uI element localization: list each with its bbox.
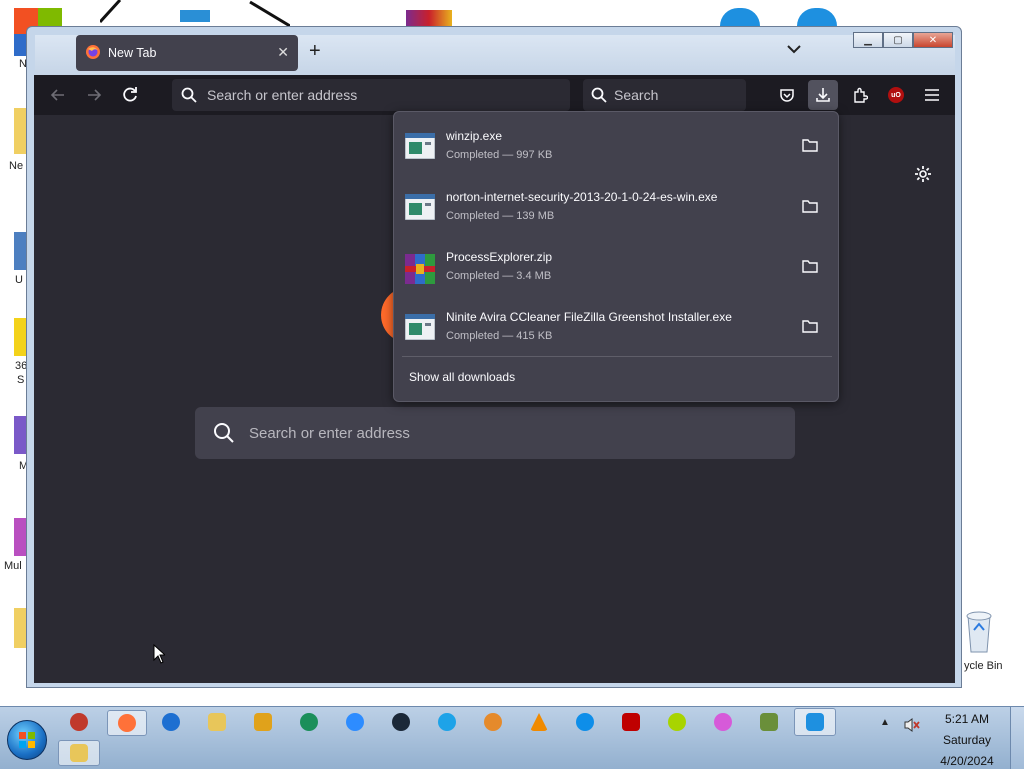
taskbar-plus-app-icon[interactable] <box>660 710 694 734</box>
download-status: Completed — 415 KB <box>446 330 553 342</box>
download-item[interactable]: norton-internet-security-2013-20-1-0-24-… <box>394 173 838 233</box>
taskbar-vlc-icon[interactable] <box>522 710 556 734</box>
ublock-origin-icon[interactable]: uO <box>884 83 908 107</box>
desktop-label-2: Ne <box>9 160 24 172</box>
recycle-bin-label: ycle Bin <box>964 660 1003 672</box>
taskbar-ie-icon[interactable] <box>430 710 464 734</box>
content-search-placeholder: Search or enter address <box>249 424 410 442</box>
firefox-tab-icon <box>85 44 101 63</box>
taskbar-firefox-icon[interactable] <box>107 710 147 736</box>
clock-date: 4/20/2024 <box>940 754 994 768</box>
folder-icon[interactable] <box>802 138 818 157</box>
show-all-downloads-button[interactable]: Show all downloads <box>409 370 515 384</box>
system-clock[interactable]: 5:21 AM Saturday 4/20/2024 <box>930 709 1004 772</box>
taskbar-zoom-icon[interactable] <box>338 710 372 734</box>
download-item[interactable]: Ninite Avira CCleaner FileZilla Greensho… <box>394 293 838 353</box>
taskbar-toolbox-icon[interactable] <box>752 710 786 734</box>
download-name: norton-internet-security-2013-20-1-0-24-… <box>446 190 718 204</box>
desktop-icon-left-1[interactable] <box>14 34 26 56</box>
extensions-icon[interactable] <box>848 83 872 107</box>
desktop-icon-left-4[interactable] <box>14 318 26 356</box>
taskbar-filezilla-icon[interactable] <box>614 710 648 734</box>
desktop-line-decoration <box>98 0 291 28</box>
exe-file-icon <box>404 313 436 341</box>
desktop-winrar-icon[interactable] <box>406 10 452 26</box>
recycle-bin-icon[interactable] <box>962 606 996 654</box>
desktop-icon-left-3[interactable] <box>14 232 26 270</box>
search-bar-placeholder: Search <box>614 87 659 103</box>
downloads-divider <box>402 356 832 357</box>
download-name: Ninite Avira CCleaner FileZilla Greensho… <box>446 310 732 324</box>
clock-time: 5:21 AM <box>944 712 990 726</box>
exe-file-icon <box>404 132 436 160</box>
taskbar-search-app-icon[interactable] <box>794 708 836 736</box>
content-search-icon <box>214 423 234 443</box>
download-status: Completed — 139 MB <box>446 210 555 222</box>
tab-new-tab[interactable]: New Tab ✕ <box>76 35 298 71</box>
ublock-badge: uO <box>888 87 904 103</box>
taskbar-teamviewer-icon[interactable] <box>568 710 602 734</box>
desktop-label-7: Mul <box>4 560 22 572</box>
desktop-folder-icon[interactable] <box>14 108 26 154</box>
new-tab-button[interactable]: + <box>309 40 321 63</box>
taskbar-explorer-icon[interactable] <box>200 710 234 734</box>
hamburger-menu-icon[interactable] <box>920 83 944 107</box>
download-status: Completed — 997 KB <box>446 149 553 161</box>
pocket-icon[interactable] <box>775 83 799 107</box>
taskbar: ▲ 5:21 AM Saturday 4/20/2024 <box>0 706 1024 769</box>
close-window-button[interactable]: ✕ <box>913 32 953 48</box>
url-bar[interactable]: Search or enter address <box>172 79 570 111</box>
reload-icon[interactable] <box>120 85 140 105</box>
start-button[interactable] <box>7 720 47 760</box>
desktop-label-5: S <box>17 374 25 386</box>
content-search-box[interactable]: Search or enter address <box>195 407 795 459</box>
desktop-icon-left-5[interactable] <box>14 416 26 454</box>
clock-day: Saturday <box>942 733 992 747</box>
search-icon <box>181 87 197 103</box>
winrar-archive-icon <box>405 254 435 284</box>
taskbar-itunes-icon[interactable] <box>706 710 740 734</box>
mouse-cursor-icon <box>153 643 167 669</box>
volume-muted-icon[interactable] <box>903 717 921 738</box>
settings-gear-icon[interactable] <box>914 165 932 188</box>
folder-icon[interactable] <box>802 199 818 218</box>
list-all-tabs-icon[interactable] <box>787 41 801 59</box>
desktop-blue-icon-1[interactable] <box>720 8 760 26</box>
taskbar-shield-icon[interactable] <box>476 710 510 734</box>
tab-close-icon[interactable]: ✕ <box>277 44 289 61</box>
forward-icon[interactable] <box>84 85 104 105</box>
url-bar-placeholder: Search or enter address <box>207 87 358 103</box>
desktop-label-3: U <box>15 274 23 286</box>
downloads-button[interactable] <box>808 80 838 110</box>
search-bar-icon <box>591 87 607 103</box>
download-item[interactable]: ProcessExplorer.zip Completed — 3.4 MB <box>394 233 838 293</box>
folder-icon[interactable] <box>802 319 818 338</box>
desktop-icon-left-7[interactable] <box>14 608 26 648</box>
minimize-button[interactable]: ▁ <box>853 32 883 48</box>
maximize-button[interactable]: ▢ <box>883 32 913 48</box>
desktop-icon-left-6[interactable] <box>14 518 26 556</box>
download-status: Completed — 3.4 MB <box>446 270 552 282</box>
search-bar[interactable]: Search <box>583 79 746 111</box>
download-item[interactable]: winzip.exe Completed — 997 KB <box>394 112 838 172</box>
downloads-panel: winzip.exe Completed — 997 KB norton-int… <box>393 111 839 402</box>
download-name: ProcessExplorer.zip <box>446 250 553 264</box>
tray-expand-icon[interactable]: ▲ <box>880 717 890 728</box>
taskbar-media-icon[interactable] <box>246 710 280 734</box>
desktop-blue-icon-2[interactable] <box>797 8 837 26</box>
window-controls: ▁ ▢ ✕ <box>853 32 953 48</box>
taskbar-green-app-icon[interactable] <box>292 710 326 734</box>
exe-file-icon <box>404 193 436 221</box>
taskbar-steam-icon[interactable] <box>384 710 418 734</box>
show-desktop-button[interactable] <box>1010 707 1024 769</box>
taskbar-edge-icon[interactable] <box>154 710 188 734</box>
back-icon[interactable] <box>48 85 68 105</box>
taskbar-app-tools-icon[interactable] <box>62 710 96 734</box>
nav-toolbar: Search or enter address Search uO <box>34 75 955 115</box>
download-icon <box>816 88 830 102</box>
folder-icon[interactable] <box>802 259 818 278</box>
taskbar-second-row-app-icon[interactable] <box>58 740 100 766</box>
tab-title: New Tab <box>108 46 157 60</box>
download-name: winzip.exe <box>446 129 503 143</box>
